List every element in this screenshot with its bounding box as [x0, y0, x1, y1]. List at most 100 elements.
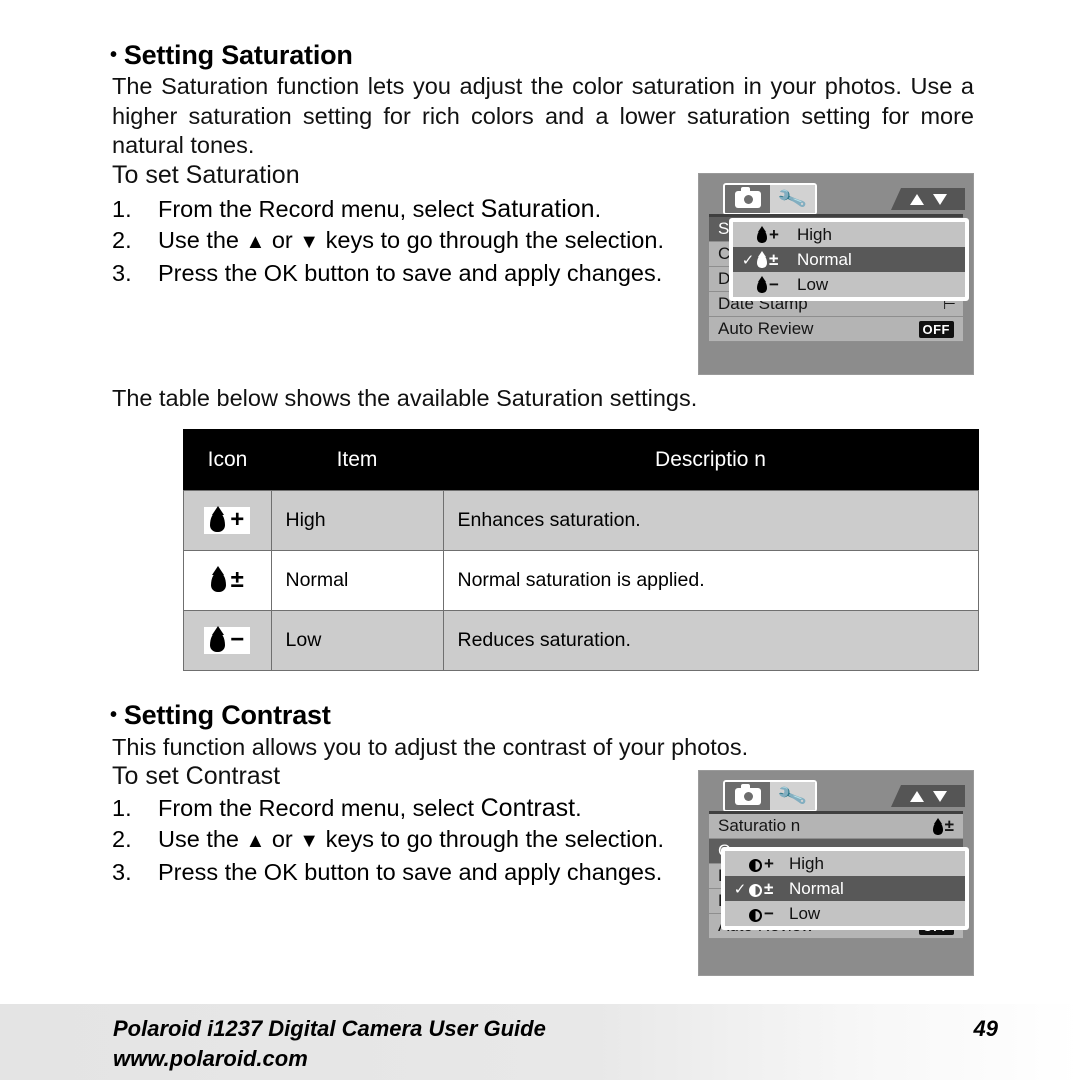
lcd-tab-setup[interactable]: 🔧	[770, 782, 815, 810]
popup-option-label: High	[789, 853, 824, 873]
lcd-tab-strip: 🔧	[723, 183, 817, 215]
lcd-tab-strip: 🔧	[723, 780, 817, 812]
footer-title: Polaroid i1237 Digital Camera User Guide	[113, 1016, 546, 1041]
step-text: Use the ▲ or ▼ keys to go through the se…	[158, 227, 664, 253]
cell-icon: −	[183, 610, 272, 671]
step-number: 3.	[112, 260, 132, 286]
subhead-to-set-saturation: To set Saturation	[112, 161, 300, 189]
contrast-icon: ±	[749, 879, 783, 899]
arrow-down-icon: ▼	[299, 231, 320, 253]
arrow-up-icon: ▲	[245, 231, 266, 253]
sign-glyph: ±	[769, 249, 779, 269]
step-item: 2. Use the ▲ or ▼ keys to go through the…	[112, 824, 667, 857]
arrow-down-icon: ▼	[299, 830, 320, 852]
wrench-screwdriver-icon: 🔧	[776, 780, 809, 812]
camera-icon	[734, 186, 761, 208]
step-item: 3. Press the OK button to save and apply…	[112, 258, 667, 289]
step-item: 1. From the Record menu, select Contrast…	[112, 793, 667, 824]
sign-glyph: −	[769, 274, 779, 294]
step-number: 3.	[112, 859, 132, 885]
bullet-glyph: •	[110, 704, 117, 726]
sign-glyph: +	[769, 224, 779, 244]
droplet-plusminus-icon: ±	[932, 816, 954, 836]
contrast-intro-paragraph: This function allows you to adjust the c…	[112, 734, 749, 760]
popup-option-label: Normal	[797, 249, 852, 269]
step-text: From the Record menu, select Contrast.	[158, 794, 582, 822]
lcd-row-label: Saturatio n	[718, 816, 801, 835]
step-text: From the Record menu, select Saturation.	[158, 195, 602, 223]
lcd-tab-record[interactable]	[725, 185, 770, 213]
scroll-indicator	[891, 785, 965, 807]
lcd-screenshot-saturation: 🔧 S C D Date Stamp ⊢ Auto Review OFF + H…	[698, 173, 974, 375]
column-header-description: Descriptio n	[443, 429, 979, 491]
cell-icon: +	[183, 490, 272, 551]
column-header-item: Item	[271, 429, 443, 491]
step-number: 1.	[112, 196, 132, 222]
table-intro-text: The table below shows the available Satu…	[112, 385, 698, 411]
cell-description: Enhances saturation.	[442, 490, 979, 551]
droplet-icon: +	[757, 225, 791, 245]
popup-option-normal[interactable]: ✓ ± Normal	[725, 876, 965, 901]
bullet-glyph: •	[110, 44, 117, 66]
popup-option-low[interactable]: − Low	[725, 901, 965, 926]
table-row: ± Normal Normal saturation is applied.	[183, 550, 979, 611]
droplet-minus-icon: −	[204, 626, 251, 654]
table-row: − Low Reduces saturation.	[183, 610, 979, 671]
lcd-row-label: Auto Review	[718, 319, 814, 338]
arrow-up-icon: ▲	[245, 830, 266, 852]
popup-option-label: Low	[789, 903, 821, 923]
lcd-popup-contrast-options: + High ✓ ± Normal − Low	[721, 847, 969, 930]
wrench-screwdriver-icon: 🔧	[776, 183, 809, 215]
step-item: 3. Press the OK button to save and apply…	[112, 857, 667, 888]
manual-page: • Setting Saturation The Saturation funct…	[0, 0, 1080, 1080]
lcd-menu-row-saturation[interactable]: Saturatio n ±	[709, 814, 963, 839]
step-emphasis: Saturation	[480, 195, 595, 223]
cell-icon: ±	[183, 550, 272, 611]
heading-setting-saturation: • Setting Saturation	[110, 40, 353, 71]
lcd-tab-setup[interactable]: 🔧	[770, 185, 815, 213]
contrast-icon: +	[749, 854, 783, 874]
footer-url: www.polaroid.com	[113, 1046, 308, 1071]
scroll-indicator	[891, 188, 965, 210]
cell-item: High	[270, 490, 444, 551]
popup-option-high[interactable]: + High	[733, 222, 965, 247]
table-row: + High Enhances saturation.	[183, 490, 979, 551]
step-item: 2. Use the ▲ or ▼ keys to go through the…	[112, 225, 667, 258]
sign-glyph: +	[230, 506, 245, 533]
contrast-steps-list: 1. From the Record menu, select Contrast…	[112, 793, 667, 888]
contrast-icon: −	[749, 904, 783, 924]
step-number: 2.	[112, 826, 132, 852]
page-number: 49	[973, 1016, 998, 1041]
lcd-row-label: S	[718, 219, 730, 238]
step-text: Press the OK button to save and apply ch…	[158, 859, 663, 885]
droplet-icon: −	[757, 275, 791, 295]
arrow-up-icon	[909, 790, 924, 802]
heading-text: Setting Saturation	[123, 40, 353, 70]
arrow-down-icon	[932, 790, 947, 802]
cell-item: Normal	[270, 550, 444, 611]
column-header-icon: Icon	[183, 429, 271, 491]
lcd-screenshot-contrast: 🔧 Saturatio n ± C D D Auto Review OF	[698, 770, 974, 976]
arrow-down-icon	[932, 193, 947, 205]
sign-glyph: −	[230, 626, 245, 653]
lcd-menu-row-auto-review[interactable]: Auto Review OFF	[709, 317, 963, 342]
page-footer: Polaroid i1237 Digital Camera User Guide…	[0, 1004, 1080, 1080]
sign-glyph: ±	[230, 566, 244, 593]
droplet-plus-icon: +	[204, 506, 251, 534]
saturation-settings-table: Icon Item Descriptio n + High Enhances s…	[183, 429, 979, 671]
check-icon: ✓	[741, 251, 755, 269]
step-item: 1. From the Record menu, select Saturati…	[112, 194, 667, 225]
lcd-popup-saturation-options: + High ✓ ± Normal − Low	[729, 218, 969, 301]
status-badge: OFF	[918, 320, 954, 338]
popup-option-normal[interactable]: ✓ ± Normal	[733, 247, 965, 272]
table-header-row: Icon Item Descriptio n	[183, 429, 979, 491]
lcd-tab-record[interactable]	[725, 782, 770, 810]
step-text: Press the OK button to save and apply ch…	[158, 260, 663, 286]
popup-option-low[interactable]: − Low	[733, 272, 965, 297]
popup-option-high[interactable]: + High	[725, 851, 965, 876]
subhead-to-set-contrast: To set Contrast	[112, 762, 281, 790]
arrow-up-icon	[909, 193, 924, 205]
cell-item: Low	[270, 610, 444, 671]
cell-description: Reduces saturation.	[442, 610, 979, 671]
step-number: 1.	[112, 795, 132, 821]
